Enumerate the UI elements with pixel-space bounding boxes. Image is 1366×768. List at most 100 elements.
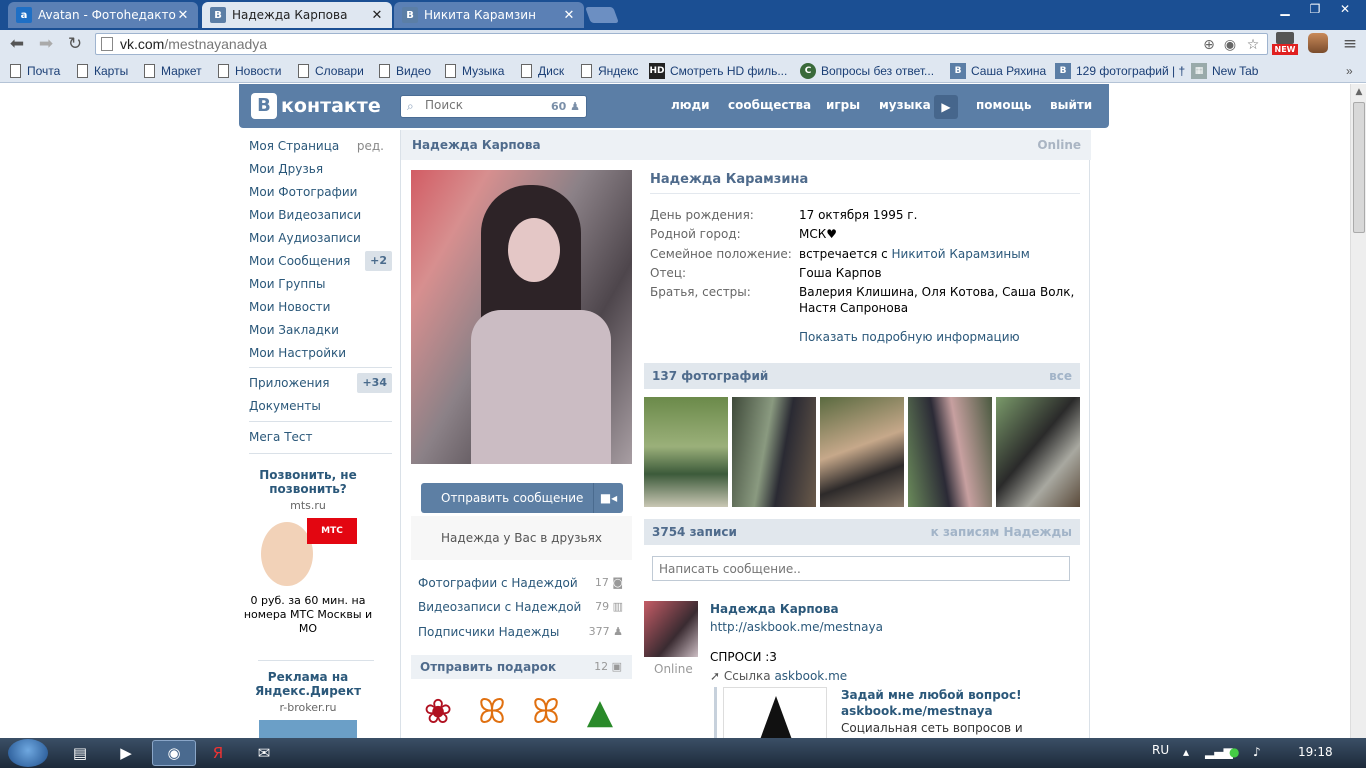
mail-icon[interactable]: ✉	[244, 740, 284, 766]
bookmark-yandex[interactable]: Яндекс	[581, 62, 638, 80]
tab-close-icon[interactable]: ✕	[370, 8, 384, 23]
nav-music[interactable]: музыка	[879, 98, 931, 112]
search-box[interactable]: ⌕ 60 ♟	[400, 95, 587, 118]
window-close-button[interactable]: ✕	[1330, 0, 1360, 20]
nav-help[interactable]: помощь	[976, 98, 1031, 112]
new-tab-button[interactable]	[585, 7, 619, 23]
reload-icon[interactable]: ↻	[63, 33, 87, 55]
bookmark-muzyka[interactable]: Музыка	[445, 62, 504, 80]
menu-my-messages[interactable]: Мои Сообщения +2	[249, 251, 392, 271]
ad-image[interactable]: МТС	[241, 516, 375, 594]
nav-games[interactable]: игры	[826, 98, 860, 112]
siblings-links[interactable]: Валерия Клишина, Оля Котова, Саша Волк, …	[799, 284, 1079, 316]
menu-my-news[interactable]: Мои Новости	[249, 297, 392, 317]
extension-new-icon[interactable]: NEW	[1272, 32, 1298, 56]
tab-close-icon[interactable]: ✕	[562, 8, 576, 23]
subscribers-link[interactable]: Подписчики Надежды 377 ♟	[418, 625, 623, 643]
forward-arrow-icon[interactable]: ➡	[34, 33, 58, 55]
photo-thumbnail[interactable]	[820, 397, 904, 507]
tab-nadezhda[interactable]: B Надежда Карпова ✕	[202, 2, 392, 28]
menu-icon[interactable]: ≡	[1338, 33, 1362, 55]
tray-expand-icon[interactable]: ▴	[1183, 745, 1189, 759]
show-full-info-link[interactable]: Показать подробную информацию	[799, 330, 1020, 344]
photos-header[interactable]: 137 фотографий все	[644, 363, 1080, 389]
nav-people[interactable]: люди	[671, 98, 710, 112]
menu-my-videos[interactable]: Мои Видеозаписи	[249, 205, 392, 225]
tab-avatan[interactable]: a Avatan - Фотоhедактор! ✕	[8, 2, 198, 28]
post-author-name[interactable]: Надежда Карпова	[710, 602, 839, 616]
menu-my-audio[interactable]: Мои Аудиозаписи	[249, 228, 392, 248]
tab-nikita[interactable]: B Никита Карамзин ✕	[394, 2, 584, 28]
camera-extension-icon[interactable]	[1308, 33, 1328, 53]
video-call-icon[interactable]: ■◂	[593, 483, 623, 513]
ad-image[interactable]	[259, 720, 357, 738]
menu-my-settings[interactable]: Мои Настройки	[249, 343, 392, 363]
photo-thumbnail[interactable]	[996, 397, 1080, 507]
menu-my-bookmarks[interactable]: Мои Закладки	[249, 320, 392, 340]
attachment-image[interactable]	[723, 687, 827, 738]
gift-tree-icon[interactable]: ▲	[577, 685, 623, 738]
attachment-title[interactable]: Задай мне любой вопрос! askbook.me/mestn…	[841, 687, 1071, 719]
location-icon[interactable]: ◉	[1221, 36, 1239, 54]
photos-all-link[interactable]: все	[1049, 369, 1072, 383]
bookmark-sasha[interactable]: B Саша Ряхина	[950, 62, 1046, 80]
menu-mega-test[interactable]: Мега Тест	[249, 427, 392, 447]
bookmark-video[interactable]: Видео	[379, 62, 431, 80]
bookmarks-overflow-icon[interactable]: »	[1346, 62, 1353, 80]
menu-my-photos[interactable]: Мои Фотографии	[249, 182, 392, 202]
menu-my-page[interactable]: Моя Страница ред.	[249, 136, 392, 156]
ad-title[interactable]: Реклама на Яндекс.Директ	[241, 670, 375, 698]
send-message-button[interactable]: Отправить сообщение ■◂	[421, 483, 623, 513]
father-link[interactable]: Гоша Карпов	[799, 265, 1079, 281]
videos-with-link[interactable]: Видеозаписи с Надеждой 79 ▥	[418, 600, 623, 618]
profile-photo[interactable]	[411, 170, 632, 464]
post-author-avatar[interactable]	[644, 601, 698, 657]
menu-apps[interactable]: Приложения +34	[249, 373, 392, 393]
scrollbar-thumb[interactable]	[1353, 102, 1365, 233]
birthday-link[interactable]: 17 октября 1995 г.	[799, 207, 1079, 223]
send-gift-link[interactable]: Отправить подарок	[420, 660, 556, 674]
scroll-up-icon[interactable]: ▲	[1351, 84, 1366, 100]
wall-post-input[interactable]	[652, 556, 1070, 581]
zoom-icon[interactable]: ⊕	[1200, 36, 1218, 54]
bookmark-129-photos[interactable]: B 129 фотографий | †	[1055, 62, 1185, 80]
media-player-icon[interactable]: ▶	[106, 740, 146, 766]
play-icon[interactable]: ▶	[934, 95, 958, 119]
wall-title[interactable]: 3754 записи	[652, 525, 737, 539]
wall-header[interactable]: 3754 записи к записям Надежды	[644, 519, 1080, 545]
star-bookmark-icon[interactable]: ☆	[1244, 36, 1262, 54]
tray-app-icon[interactable]: ●	[1229, 745, 1239, 759]
menu-my-groups[interactable]: Мои Группы	[249, 274, 392, 294]
gift-rose-icon[interactable]: ❀	[415, 685, 461, 738]
nav-logout[interactable]: выйти	[1050, 98, 1092, 112]
bookmark-karty[interactable]: Карты	[77, 62, 128, 80]
menu-my-friends[interactable]: Мои Друзья	[249, 159, 392, 179]
start-button[interactable]	[8, 739, 48, 767]
hometown-link[interactable]: МСК♥	[799, 226, 1079, 242]
bookmark-slovari[interactable]: Словари	[298, 62, 364, 80]
bookmark-novosti[interactable]: Новости	[218, 62, 281, 80]
ad-yandex-direct[interactable]: Реклама на Яндекс.Директ r-broker.ru	[241, 670, 375, 738]
bookmark-new-tab[interactable]: ▦ New Tab	[1191, 62, 1258, 80]
explorer-folder-icon[interactable]: ▤	[60, 740, 100, 766]
post-source-link[interactable]: askbook.me	[774, 669, 847, 683]
bookmark-voprosy[interactable]: C Вопросы без ответ...	[800, 62, 934, 80]
post-url-link[interactable]: http://askbook.me/mestnaya	[710, 620, 883, 634]
back-arrow-icon[interactable]: ⬅	[5, 33, 29, 55]
photo-thumbnail[interactable]	[644, 397, 728, 507]
edit-link[interactable]: ред.	[357, 136, 384, 156]
menu-documents[interactable]: Документы	[249, 396, 392, 416]
tab-close-icon[interactable]: ✕	[176, 8, 190, 23]
gift-ribbon-icon[interactable]: ꕤ	[469, 685, 515, 738]
photos-with-link[interactable]: Фотографии с Надеждой 17 ◙	[418, 576, 623, 594]
minimize-button[interactable]: ▁	[1270, 0, 1300, 20]
bookmark-disk[interactable]: Диск	[521, 62, 564, 80]
partner-link[interactable]: Никитой Карамзиным	[892, 247, 1030, 261]
gift-ribbon-icon[interactable]: ꕤ	[523, 685, 569, 738]
bookmark-market[interactable]: Маркет	[144, 62, 202, 80]
language-indicator[interactable]: RU	[1152, 743, 1169, 757]
bookmark-pochta[interactable]: Почта	[10, 62, 60, 80]
address-bar[interactable]: vk.com/mestnayanadya ⊕ ◉ ☆	[95, 33, 1268, 55]
vk-logo[interactable]: B контакте	[251, 93, 381, 119]
wall-posts-link[interactable]: к записям Надежды	[931, 525, 1072, 539]
